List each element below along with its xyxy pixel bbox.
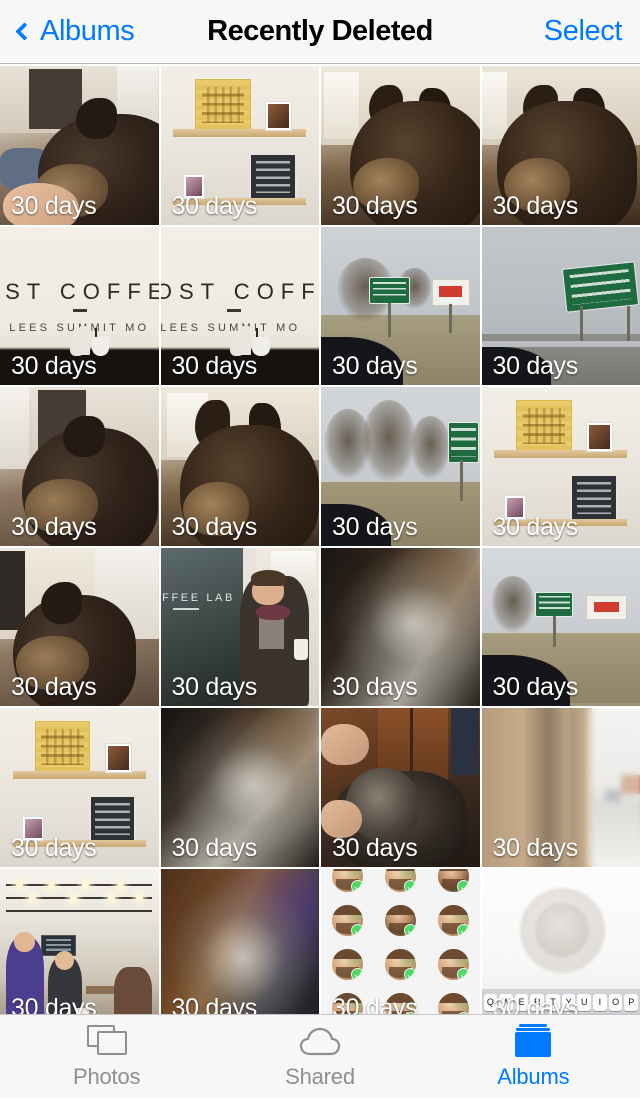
tab-shared-label: Shared — [285, 1064, 355, 1089]
expiry-label: 30 days — [11, 191, 97, 220]
sign-subtext: LEES SUMMIT MO — [160, 321, 301, 334]
photo-image — [160, 868, 319, 1014]
tab-shared[interactable]: Shared — [213, 1015, 426, 1098]
expiry-label: 30 days — [492, 833, 579, 862]
expiry-label: 30 days — [332, 673, 418, 701]
photo-thumbnail[interactable]: 30 days — [0, 387, 159, 546]
expiry-label: 30 days — [11, 994, 97, 1014]
photos-app-screen: Albums Recently Deleted Select 30 days 3… — [0, 0, 640, 1098]
photo-image: QWERTYUIOP — [481, 868, 640, 1014]
expiry-label: 30 days — [171, 994, 258, 1014]
photo-thumbnail[interactable]: 30 days — [481, 226, 640, 385]
photo-thumbnail[interactable]: 30 days — [481, 708, 640, 867]
expiry-label: 30 days — [492, 191, 579, 220]
keyboard-key: I — [593, 993, 607, 1011]
photo-thumbnail[interactable]: 30 days — [0, 66, 159, 225]
chevron-left-icon — [15, 22, 34, 41]
expiry-label: 30 days — [171, 673, 258, 701]
expiry-label: 30 days — [171, 833, 258, 862]
photo-thumbnail[interactable]: 30 days — [321, 708, 480, 867]
photo-thumbnail[interactable]: 30 days — [0, 868, 159, 1014]
keyboard-key: P — [624, 993, 639, 1011]
sign-text: COST COFFEE C — [160, 278, 320, 304]
keyboard-key: U — [577, 993, 592, 1011]
photo-thumbnail[interactable]: 30 days — [160, 708, 319, 867]
expiry-label: 30 days — [171, 352, 258, 380]
expiry-label: 30 days — [332, 512, 418, 541]
back-button-label: Albums — [40, 15, 135, 47]
keyboard-key: O — [608, 993, 623, 1011]
sign-text: OST COFFEE — [0, 278, 159, 304]
photo-thumbnail[interactable]: 30 days — [321, 387, 480, 546]
photo-thumbnail[interactable]: OST COFFEE LEES SUMMIT MO 30 days — [0, 226, 159, 385]
back-to-albums-button[interactable]: Albums — [15, 15, 135, 48]
expiry-label: 30 days — [11, 673, 97, 701]
photo-thumbnail[interactable]: 30 days — [160, 387, 319, 546]
expiry-label: 30 days — [171, 191, 258, 220]
expiry-label: 30 days — [492, 673, 579, 701]
expiry-label: 30 days — [11, 833, 97, 862]
photo-thumbnail[interactable]: 30 days — [160, 66, 319, 225]
photo-thumbnail[interactable]: 30 days — [0, 708, 159, 867]
tab-albums[interactable]: Albums — [427, 1015, 640, 1098]
expiry-label: 30 days — [332, 352, 418, 380]
tab-bar: Photos Shared Albums — [0, 1014, 640, 1098]
photo-thumbnail[interactable]: 30 days — [321, 66, 480, 225]
tab-albums-label: Albums — [497, 1064, 570, 1089]
photo-thumbnail[interactable]: 30 days — [481, 387, 640, 546]
expiry-label: 30 days — [171, 512, 258, 541]
select-button[interactable]: Select — [544, 15, 623, 48]
photo-image — [321, 868, 480, 1014]
tab-photos-label: Photos — [73, 1064, 141, 1089]
expiry-label: 30 days — [492, 512, 579, 541]
photo-thumbnail[interactable]: 30 days — [481, 547, 640, 706]
photo-thumbnail[interactable]: 30 days — [321, 226, 480, 385]
photo-thumbnail[interactable]: 30 days — [160, 868, 319, 1014]
expiry-label: 30 days — [492, 994, 579, 1014]
cloud-icon — [297, 1023, 343, 1059]
photo-thumbnail[interactable]: 30 days — [321, 547, 480, 706]
photo-thumbnail[interactable]: 30 days — [481, 66, 640, 225]
expiry-label: 30 days — [492, 352, 579, 380]
photo-thumbnail[interactable]: QWERTYUIOP 30 days — [481, 868, 640, 1014]
photo-grid: 30 days 30 days 30 days 30 days ST COFF … — [0, 66, 640, 1014]
expiry-label: 30 days — [11, 352, 97, 380]
expiry-label: 30 days — [332, 994, 418, 1014]
photo-thumbnail[interactable]: 30 days — [321, 868, 480, 1014]
tab-photos[interactable]: Photos — [0, 1015, 213, 1098]
photo-image — [0, 868, 159, 1014]
photo-thumbnail[interactable]: 30 days — [0, 547, 159, 706]
expiry-label: 30 days — [11, 512, 97, 541]
albums-folder-icon — [510, 1023, 556, 1059]
photos-stack-icon — [84, 1023, 130, 1059]
photo-thumbnail[interactable]: COST COFFEE C LEES SUMMIT MO 30 days — [160, 226, 320, 385]
navigation-bar: Albums Recently Deleted Select — [0, 0, 640, 64]
photo-thumbnail[interactable]: OFFEE LAB 30 days — [160, 547, 319, 706]
expiry-label: 30 days — [332, 191, 418, 220]
expiry-label: 30 days — [332, 833, 418, 862]
